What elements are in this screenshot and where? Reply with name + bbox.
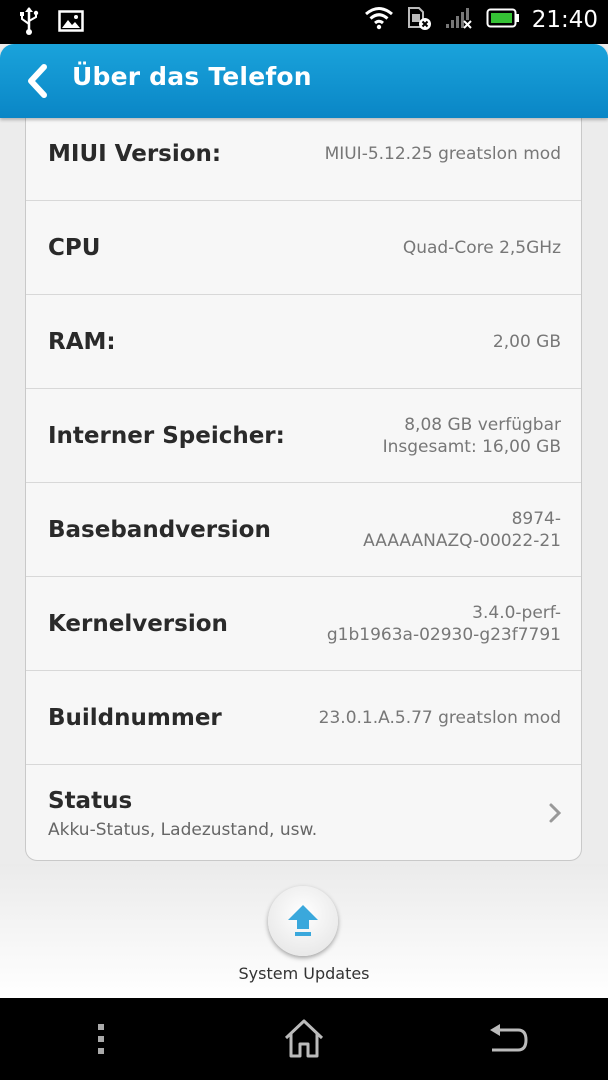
status-subtitle: Akku-Status, Ladezustand, usw. — [48, 820, 318, 840]
list-item-ram: RAM: 2,00 GB — [26, 296, 581, 389]
clock: 21:40 — [531, 7, 598, 33]
info-list: MIUI Version: MIUI-5.12.25 greatslon mod… — [25, 108, 582, 861]
chevron-left-icon — [28, 64, 47, 98]
list-item-build-number: Buildnummer 23.0.1.A.5.77 greatslon mod — [26, 672, 581, 765]
row-value-line: MIUI-5.12.25 greatslon mod — [324, 144, 561, 164]
row-value: 8974- AAAAANAZQ-00022-21 — [363, 508, 561, 552]
status-bar: 21:40 — [0, 0, 608, 44]
row-label: Basebandversion — [48, 517, 271, 543]
list-item-kernel: Kernelversion 3.4.0-perf- g1b1963a-02930… — [26, 578, 581, 671]
row-label: CPU — [48, 235, 101, 261]
bottom-bar: System Updates — [0, 864, 608, 998]
about-phone-screen: Über das Telefon MIUI Version: MIUI-5.12… — [0, 44, 608, 998]
row-value: 8,08 GB verfügbar Insgesamt: 16,00 GB — [383, 414, 561, 458]
row-label: Interner Speicher: — [48, 423, 285, 449]
upload-arrow-icon — [288, 905, 318, 936]
list-item-storage: Interner Speicher: 8,08 GB verfügbar Ins… — [26, 390, 581, 483]
system-updates-button[interactable] — [268, 886, 338, 956]
chevron-right-icon — [549, 803, 562, 823]
row-value: MIUI-5.12.25 greatslon mod — [325, 143, 561, 165]
row-value-line: 3.4.0-perf- — [472, 603, 561, 623]
battery-icon — [486, 8, 520, 32]
usb-icon — [18, 6, 40, 40]
status-title: Status — [48, 788, 133, 814]
list-item-baseband: Basebandversion 8974- AAAAANAZQ-00022-21 — [26, 484, 581, 577]
row-label: RAM: — [48, 329, 116, 355]
row-value-line: 8974- — [511, 509, 561, 529]
row-value-line: 8,08 GB verfügbar — [404, 415, 561, 435]
wifi-icon — [364, 6, 394, 34]
row-value-line: AAAAANAZQ-00022-21 — [363, 531, 561, 551]
home-icon — [284, 1019, 324, 1058]
action-bar: Über das Telefon — [0, 44, 608, 118]
row-value: 23.0.1.A.5.77 greatslon mod — [319, 707, 561, 729]
signal-icon — [444, 6, 474, 34]
back-icon — [490, 1024, 528, 1052]
list-item-cpu: CPU Quad-Core 2,5GHz — [26, 202, 581, 295]
row-value-line: Quad-Core 2,5GHz — [402, 238, 561, 258]
row-label: Buildnummer — [48, 705, 222, 731]
navigation-bar — [0, 998, 608, 1080]
row-value: Quad-Core 2,5GHz — [403, 237, 561, 259]
list-item-miui-version: MIUI Version: MIUI-5.12.25 greatslon mod — [26, 108, 581, 201]
home-button[interactable] — [274, 1016, 334, 1062]
row-value-line: 23.0.1.A.5.77 greatslon mod — [318, 708, 561, 728]
row-value-line: 2,00 GB — [492, 332, 561, 352]
row-value: 2,00 GB — [493, 331, 561, 353]
back-nav-button[interactable] — [478, 1016, 538, 1062]
image-icon — [58, 10, 84, 36]
back-button[interactable] — [22, 62, 54, 100]
menu-icon — [98, 1024, 104, 1054]
sim-no-service-icon — [406, 5, 432, 35]
row-value: 3.4.0-perf- g1b1963a-02930-g23f7791 — [327, 602, 561, 646]
row-value-line: Insgesamt: 16,00 GB — [382, 437, 561, 457]
menu-button[interactable] — [72, 1016, 132, 1062]
row-value-line: g1b1963a-02930-g23f7791 — [326, 625, 561, 645]
row-label: MIUI Version: — [48, 141, 222, 167]
page-title: Über das Telefon — [72, 62, 312, 91]
system-updates-label: System Updates — [238, 964, 370, 983]
list-item-status[interactable]: Status Akku-Status, Ladezustand, usw. — [26, 766, 581, 859]
row-label: Kernelversion — [48, 611, 228, 637]
